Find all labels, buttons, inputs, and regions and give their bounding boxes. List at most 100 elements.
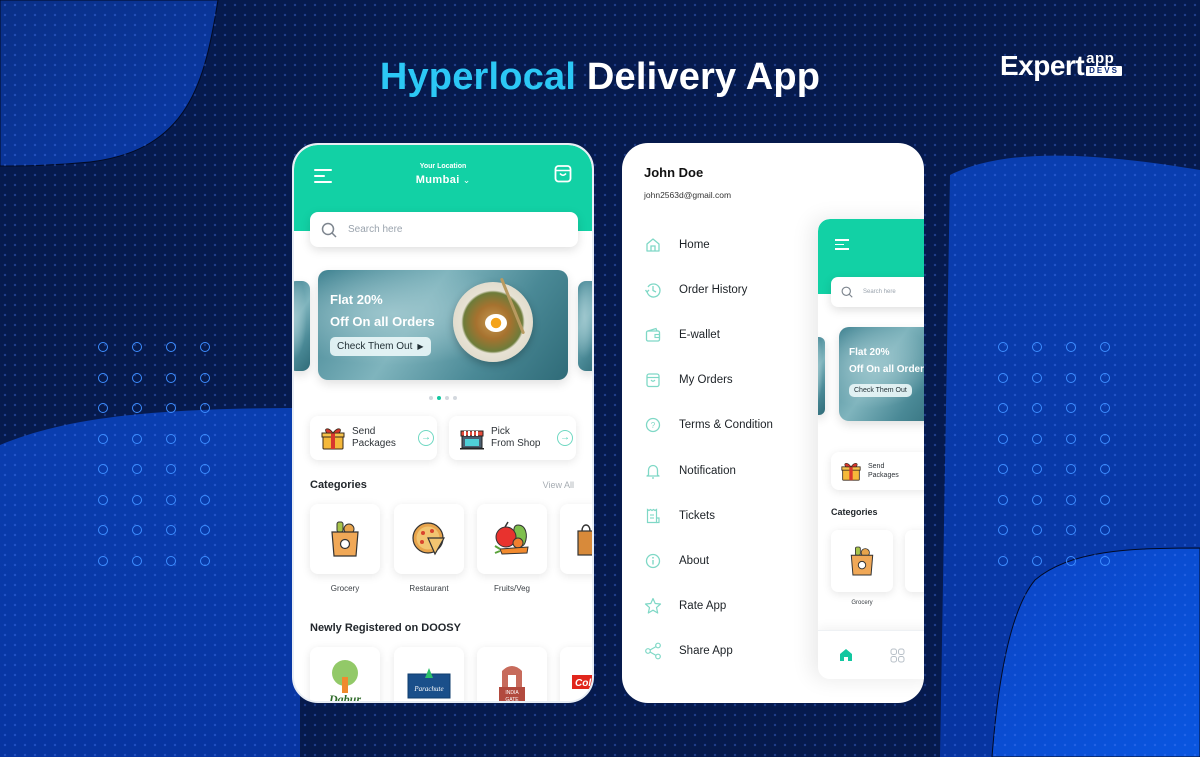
svg-text:?: ? xyxy=(651,421,656,430)
star-icon xyxy=(644,597,662,614)
category-label: Grocery xyxy=(330,584,360,593)
carousel-dot[interactable] xyxy=(445,396,449,400)
menu-label: Rate App xyxy=(679,600,727,612)
shopping-bag-icon xyxy=(577,524,592,556)
banner-line2: Off On all Orders xyxy=(849,364,924,375)
promo-banner[interactable]: Flat 20% Off On all Orders Check Them Ou… xyxy=(318,270,568,380)
menu-item-notification[interactable]: Notification xyxy=(644,461,736,481)
send-packages-card[interactable]: Send Packages → xyxy=(310,416,437,460)
category-label: Grocery xyxy=(851,600,873,606)
brand-tile-india-gate[interactable]: INDIA GATE xyxy=(477,647,547,703)
menu-label: About xyxy=(679,555,710,567)
menu-item-about[interactable]: About xyxy=(644,551,709,571)
location-label: Your Location xyxy=(419,163,467,170)
logo-sub: DEVS xyxy=(1086,66,1122,76)
search-icon xyxy=(321,222,337,238)
preview-search-input[interactable]: Search here xyxy=(831,277,924,307)
bell-icon xyxy=(646,464,660,479)
gift-icon xyxy=(321,428,345,450)
search-input[interactable]: Search here xyxy=(310,212,578,247)
category-tile-restaurant[interactable] xyxy=(394,504,464,574)
brand-tile-colgate[interactable]: Col xyxy=(560,647,592,701)
user-name: John Doe xyxy=(644,165,704,180)
menu-label: Share App xyxy=(679,645,733,657)
categories-tab-icon[interactable] xyxy=(890,648,905,663)
view-all-link[interactable]: View All xyxy=(543,480,574,490)
history-icon xyxy=(644,283,661,298)
cta-label: Check Them Out xyxy=(337,341,413,352)
menu-label: Order History xyxy=(679,284,748,296)
category-tile-grocery[interactable] xyxy=(310,504,380,574)
menu-label: E-wallet xyxy=(679,329,720,341)
category-tile-more[interactable] xyxy=(560,504,592,574)
wallet-icon xyxy=(645,327,661,342)
food-plate-image xyxy=(453,277,533,362)
bag-icon xyxy=(646,373,660,388)
menu-item-terms[interactable]: ? Terms & Condition xyxy=(644,415,773,435)
logo-word: Expert xyxy=(1000,50,1085,81)
category-tile-fruits-veg[interactable] xyxy=(477,504,547,574)
menu-item-my-orders[interactable]: My Orders xyxy=(644,370,733,390)
ticket-icon xyxy=(646,508,660,524)
check-them-out-button[interactable]: Check Them Out xyxy=(849,384,912,397)
menu-item-tickets[interactable]: Tickets xyxy=(644,506,715,526)
carousel-dot[interactable] xyxy=(429,396,433,400)
categories-title: Categories xyxy=(310,479,367,491)
home-tab-icon[interactable] xyxy=(839,648,853,662)
dabur-logo: Dabur xyxy=(328,660,361,703)
brand-tile-parachute[interactable]: Parachute xyxy=(394,647,464,701)
play-arrow-icon: ▶ xyxy=(417,342,424,351)
carousel-prev-card[interactable] xyxy=(818,337,825,415)
pick-from-shop-label: Pick From Shop xyxy=(491,426,541,449)
newly-registered-title: Newly Registered on DOOSY xyxy=(310,622,461,634)
categories-title: Categories xyxy=(831,507,878,517)
carousel-indicator xyxy=(294,396,592,400)
arrow-right-icon[interactable]: → xyxy=(557,430,573,446)
grocery-bag-icon xyxy=(850,546,874,576)
menu-label: Tickets xyxy=(679,510,715,522)
carousel-dot[interactable] xyxy=(453,396,457,400)
hamburger-menu-icon[interactable] xyxy=(835,239,849,253)
home-preview-panel[interactable]: Search here Flat 20% Off On all Orders C… xyxy=(818,219,924,679)
svg-text:Dabur: Dabur xyxy=(328,692,361,703)
location-selector[interactable]: Your Location Mumbai ⌄ xyxy=(294,163,592,188)
category-tile-restaurant[interactable] xyxy=(905,530,924,592)
search-placeholder: Search here xyxy=(863,289,896,295)
menu-item-order-history[interactable]: Order History xyxy=(644,280,747,300)
arrow-right-icon[interactable]: → xyxy=(418,430,434,446)
carousel-prev-card[interactable] xyxy=(294,281,310,371)
menu-item-home[interactable]: Home xyxy=(644,235,710,255)
menu-item-rate-app[interactable]: Rate App xyxy=(644,596,726,616)
search-placeholder: Search here xyxy=(348,224,403,235)
brand-tile-dabur[interactable]: Dabur xyxy=(310,647,380,703)
svg-text:GATE: GATE xyxy=(505,697,519,703)
preview-send-packages-card[interactable]: Send Packages xyxy=(831,452,924,490)
banner-line1: Flat 20% xyxy=(849,347,890,358)
drawer-screen-phone: John Doe john2563d@gmail.com Home Order … xyxy=(622,143,924,703)
help-icon: ? xyxy=(645,417,661,433)
cart-bag-icon[interactable] xyxy=(554,164,572,183)
check-them-out-button[interactable]: Check Them Out ▶ xyxy=(330,337,431,356)
pick-from-shop-card[interactable]: Pick From Shop → xyxy=(449,416,576,460)
carousel-next-card[interactable] xyxy=(578,281,592,371)
fruits-veg-icon xyxy=(494,521,529,555)
svg-text:INDIA: INDIA xyxy=(505,690,519,696)
india-gate-logo: INDIA GATE xyxy=(499,666,525,703)
colgate-logo: Col xyxy=(572,675,592,689)
preview-promo-banner[interactable]: Flat 20% Off On all Orders Check Them Ou… xyxy=(839,327,924,421)
category-tile-grocery[interactable] xyxy=(831,530,893,592)
background xyxy=(0,0,1200,757)
menu-item-e-wallet[interactable]: E-wallet xyxy=(644,325,720,345)
logo-tag: app DEVS xyxy=(1086,51,1122,76)
carousel-dot-active[interactable] xyxy=(437,396,441,400)
home-screen-phone: Your Location Mumbai ⌄ Search here Flat 2… xyxy=(292,143,594,703)
grocery-bag-icon xyxy=(331,521,359,557)
bottom-nav-bar xyxy=(818,630,924,679)
menu-item-share-app[interactable]: Share App xyxy=(644,641,733,661)
banner-line2: Off On all Orders xyxy=(330,314,435,329)
ring-pattern-left xyxy=(98,342,234,586)
share-icon xyxy=(645,642,661,660)
category-label: Re xyxy=(905,600,924,606)
chevron-down-icon: ⌄ xyxy=(462,175,471,185)
category-label: Fruits/Veg xyxy=(493,584,530,593)
